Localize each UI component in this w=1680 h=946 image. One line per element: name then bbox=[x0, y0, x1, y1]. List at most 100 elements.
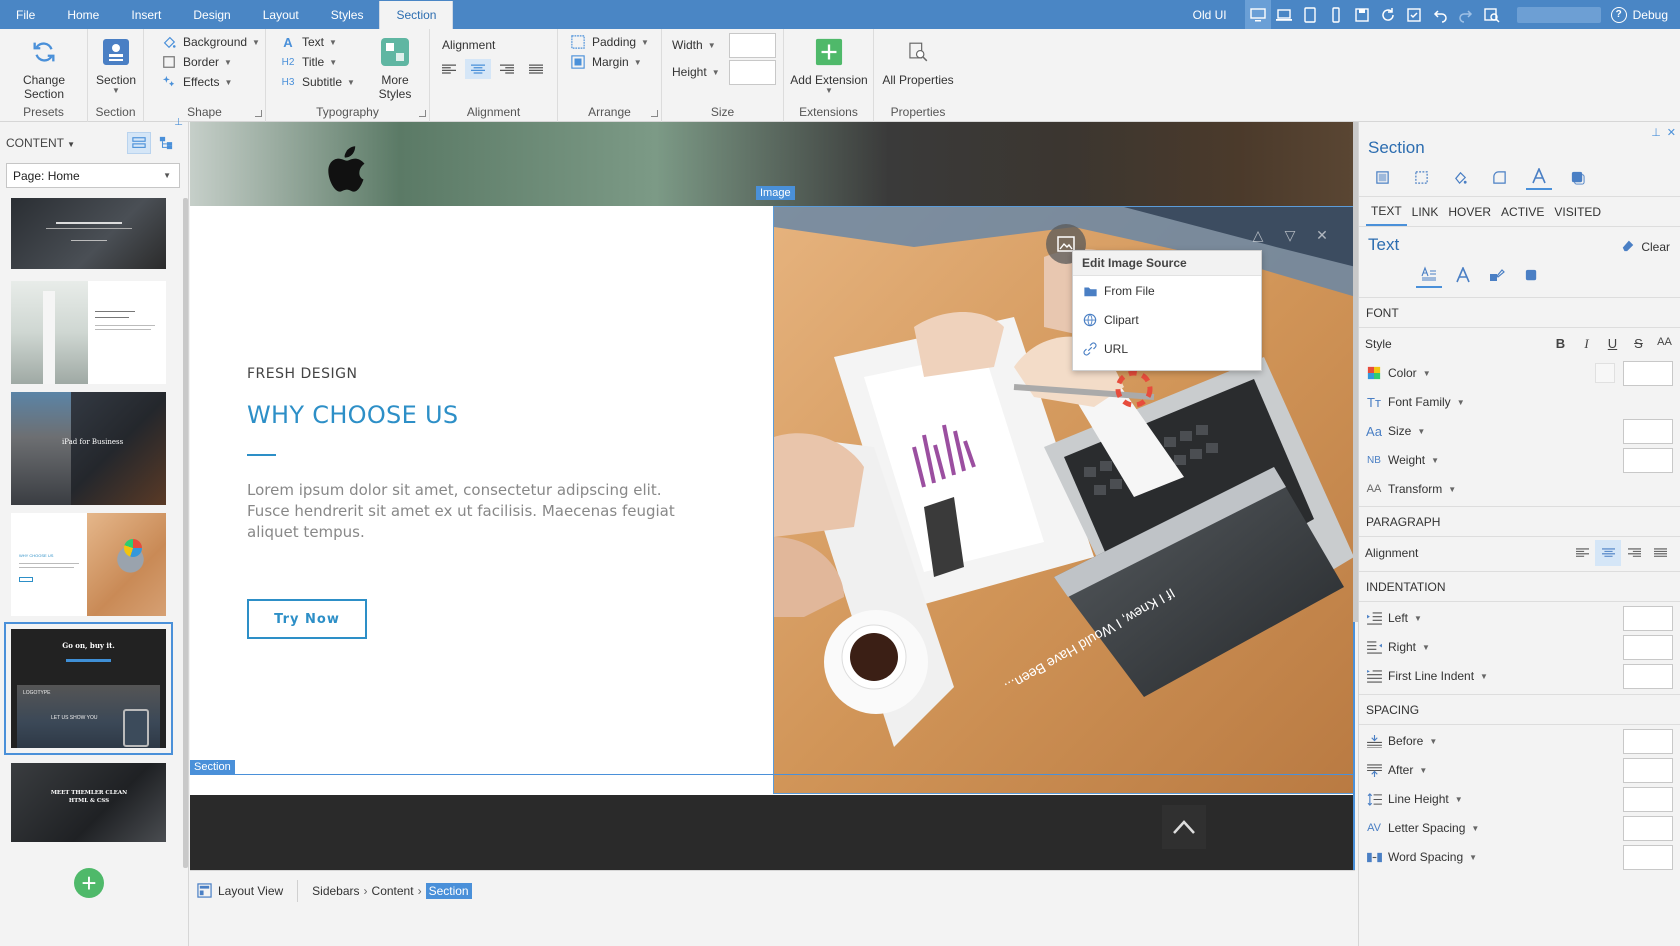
laptop-view-icon[interactable] bbox=[1271, 0, 1297, 29]
tab-visited[interactable]: VISITED bbox=[1549, 199, 1606, 225]
spacing-before-input[interactable] bbox=[1623, 728, 1673, 754]
subtitle-style-button[interactable]: H3 Subtitle ▼ bbox=[280, 72, 355, 92]
scroll-up-icon[interactable] bbox=[1162, 805, 1206, 849]
desktop-view-icon[interactable] bbox=[1244, 0, 1271, 29]
add-extension-button[interactable]: Add Extension ▼ bbox=[784, 37, 874, 95]
help-icon[interactable]: ? bbox=[1610, 6, 1627, 23]
clear-button[interactable]: Clear bbox=[1621, 238, 1670, 255]
thumbnail-3[interactable]: iPad for Business bbox=[11, 392, 166, 505]
text-shadow-icon[interactable] bbox=[1518, 262, 1544, 288]
typography-dialog-launcher[interactable] bbox=[419, 110, 426, 117]
align-right-icon[interactable] bbox=[494, 59, 520, 79]
first-line-indent-row[interactable]: First Line Indent ▼ bbox=[1365, 663, 1675, 689]
uppercase-button[interactable]: AA bbox=[1656, 336, 1673, 352]
spacing-section-header[interactable]: SPACING bbox=[1359, 694, 1680, 725]
indent-left-input[interactable] bbox=[1623, 605, 1673, 631]
align-left-icon[interactable] bbox=[436, 59, 462, 79]
layout-view-button[interactable]: Layout View bbox=[196, 879, 299, 902]
align-justify-icon[interactable] bbox=[523, 59, 549, 79]
letter-spacing-row[interactable]: AV Letter Spacing ▼ bbox=[1365, 815, 1675, 841]
url-option[interactable]: URL bbox=[1073, 334, 1261, 363]
shape-dialog-launcher[interactable] bbox=[255, 110, 262, 117]
text-format-icon[interactable] bbox=[1416, 262, 1442, 288]
crumb-sidebars[interactable]: Sidebars bbox=[312, 884, 359, 898]
redo-icon[interactable] bbox=[1453, 0, 1479, 29]
remove-image-icon[interactable]: ✕ bbox=[1308, 224, 1336, 246]
thumbnail-5[interactable]: Go on, buy it. LOGOTYPE LET US SHOW YOU bbox=[4, 622, 173, 755]
line-height-input[interactable] bbox=[1623, 786, 1673, 812]
word-spacing-row[interactable]: Word Spacing ▼ bbox=[1365, 844, 1675, 870]
underline-button[interactable]: U bbox=[1604, 336, 1621, 352]
menu-home[interactable]: Home bbox=[51, 0, 115, 29]
bold-button[interactable]: B bbox=[1552, 336, 1569, 352]
spacing-before-row[interactable]: Before ▼ bbox=[1365, 728, 1675, 754]
tree-view-icon[interactable] bbox=[154, 132, 178, 154]
crumb-content[interactable]: Content bbox=[372, 884, 414, 898]
refresh-icon[interactable] bbox=[1375, 0, 1401, 29]
publish-icon[interactable] bbox=[1401, 0, 1427, 29]
arrange-dialog-launcher[interactable] bbox=[651, 110, 658, 117]
italic-button[interactable]: I bbox=[1578, 336, 1595, 352]
indentation-section-header[interactable]: INDENTATION bbox=[1359, 571, 1680, 602]
weight-input[interactable] bbox=[1623, 447, 1673, 473]
text-color-icon[interactable] bbox=[1484, 262, 1510, 288]
change-section-button[interactable]: Change Section bbox=[2, 37, 86, 101]
align-center-icon[interactable] bbox=[465, 59, 491, 79]
menu-file[interactable]: File bbox=[0, 0, 51, 29]
thumbnail-6[interactable]: MEET THEMLER CLEAN HTML & CSS bbox=[11, 763, 166, 842]
margin-button[interactable]: Margin ▼ bbox=[570, 52, 642, 72]
spacing-after-row[interactable]: After ▼ bbox=[1365, 757, 1675, 783]
letter-spacing-input[interactable] bbox=[1623, 815, 1673, 841]
from-file-option[interactable]: From File bbox=[1073, 276, 1261, 305]
layout-icon[interactable] bbox=[1369, 164, 1395, 190]
tab-hover[interactable]: HOVER bbox=[1443, 199, 1496, 225]
page-select[interactable]: Page: Home ▼ bbox=[6, 163, 180, 188]
pin-icon[interactable]: ⊥ bbox=[174, 117, 183, 128]
kicker-text[interactable]: FRESH DESIGN bbox=[247, 366, 357, 382]
preview-icon[interactable] bbox=[1479, 0, 1505, 29]
move-up-icon[interactable]: △ bbox=[1244, 224, 1272, 246]
font-a-icon[interactable] bbox=[1450, 262, 1476, 288]
crumb-section[interactable]: Section bbox=[425, 882, 472, 899]
next-section[interactable] bbox=[190, 795, 1355, 870]
first-line-indent-input[interactable] bbox=[1623, 663, 1673, 689]
hero-image[interactable]: If I Knew, I Would Have Been... bbox=[773, 206, 1355, 794]
effects-button[interactable]: Effects ▼ bbox=[161, 72, 232, 92]
more-styles-button[interactable]: More Styles bbox=[364, 37, 426, 101]
paragraph-align-center-icon[interactable] bbox=[1595, 540, 1621, 566]
clipart-option[interactable]: Clipart bbox=[1073, 305, 1261, 334]
color-input[interactable] bbox=[1623, 360, 1673, 386]
list-view-icon[interactable] bbox=[127, 132, 151, 154]
line-height-row[interactable]: Line Height ▼ bbox=[1365, 786, 1675, 812]
effects-icon[interactable] bbox=[1565, 164, 1591, 190]
spacing-after-input[interactable] bbox=[1623, 757, 1673, 783]
menu-styles[interactable]: Styles bbox=[315, 0, 380, 29]
body-paragraph[interactable]: Lorem ipsum dolor sit amet, consectetur … bbox=[247, 480, 697, 543]
move-down-icon[interactable]: ▽ bbox=[1276, 224, 1304, 246]
undo-icon[interactable] bbox=[1427, 0, 1453, 29]
height-input[interactable] bbox=[729, 60, 776, 85]
border-button[interactable]: Border ▼ bbox=[161, 52, 232, 72]
padding-button[interactable]: Padding ▼ bbox=[570, 32, 649, 52]
width-input[interactable] bbox=[729, 33, 776, 58]
thumbnails-scrollbar[interactable] bbox=[183, 198, 188, 868]
menu-insert[interactable]: Insert bbox=[115, 0, 177, 29]
border-style-icon[interactable] bbox=[1408, 164, 1434, 190]
thumbnail-2[interactable] bbox=[11, 281, 166, 384]
font-family-row[interactable]: Tт Font Family ▼ bbox=[1365, 389, 1675, 415]
close-panel-icon[interactable]: ✕ bbox=[1667, 126, 1676, 139]
font-section-header[interactable]: FONT bbox=[1359, 297, 1680, 328]
paragraph-align-left-icon[interactable] bbox=[1569, 540, 1595, 566]
tab-link[interactable]: LINK bbox=[1407, 199, 1444, 225]
indent-right-row[interactable]: Right ▼ bbox=[1365, 634, 1675, 660]
indent-right-input[interactable] bbox=[1623, 634, 1673, 660]
try-now-button[interactable]: Try Now bbox=[247, 599, 367, 639]
content-dropdown[interactable]: CONTENT ▼ bbox=[6, 136, 75, 150]
color-row[interactable]: Color ▼ bbox=[1365, 360, 1675, 386]
indent-left-row[interactable]: Left ▼ bbox=[1365, 605, 1675, 631]
tablet-view-icon[interactable] bbox=[1297, 0, 1323, 29]
user-account[interactable] bbox=[1516, 6, 1601, 23]
paragraph-align-justify-icon[interactable] bbox=[1647, 540, 1673, 566]
phone-view-icon[interactable] bbox=[1323, 0, 1349, 29]
weight-row[interactable]: NB Weight ▼ bbox=[1365, 447, 1675, 473]
